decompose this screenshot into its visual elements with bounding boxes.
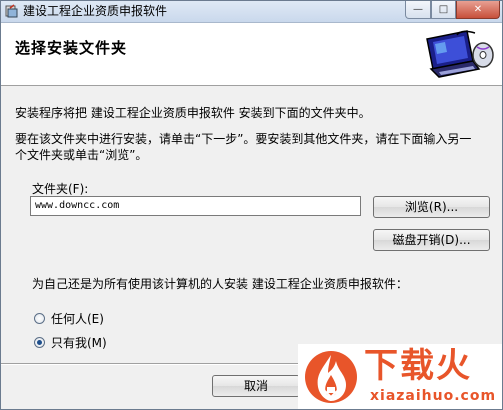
radio-everyone-label: 任何人(E) bbox=[51, 312, 104, 326]
computer-install-icon bbox=[426, 30, 494, 78]
watermark: 下载火 xiazaihuo.com bbox=[298, 344, 502, 409]
window-title: 建设工程企业资质申报软件 bbox=[23, 4, 168, 18]
flame-logo-icon bbox=[305, 351, 357, 403]
folder-label: 文件夹(F): bbox=[32, 182, 89, 196]
close-icon: ✕ bbox=[473, 4, 483, 15]
install-scope-question: 为自己还是为所有使用该计算机的人安装 建设工程企业资质申报软件： bbox=[32, 277, 408, 291]
instruction-text-line1: 要在该文件夹中进行安装，请单击“下一步”。要安装到其他文件夹，请在下面输入另一 bbox=[15, 132, 472, 146]
intro-text: 安装程序将把 建设工程企业资质申报软件 安装到下面的文件夹中。 bbox=[15, 106, 371, 120]
cancel-button[interactable]: 取消 bbox=[212, 375, 300, 397]
page-title: 选择安装文件夹 bbox=[15, 39, 128, 57]
instruction-text-line2: 个文件夹或单击“浏览”。 bbox=[15, 148, 148, 162]
watermark-url: xiazaihuo.com bbox=[370, 388, 497, 404]
radio-just-me-label: 只有我(M) bbox=[51, 336, 107, 350]
close-button[interactable]: ✕ bbox=[456, 1, 500, 19]
disk-cost-button[interactable]: 磁盘开销(D)... bbox=[373, 229, 490, 251]
minimize-icon: — bbox=[413, 4, 423, 15]
radio-just-me[interactable]: 只有我(M) bbox=[34, 334, 107, 351]
browse-button[interactable]: 浏览(R)... bbox=[373, 196, 490, 218]
minimize-button[interactable]: — bbox=[405, 1, 431, 19]
wizard-header: 选择安装文件夹 bbox=[1, 23, 502, 86]
folder-path-input[interactable]: www.downcc.com bbox=[30, 196, 361, 216]
radio-everyone-circle[interactable] bbox=[34, 313, 45, 324]
maximize-icon: □ bbox=[438, 4, 449, 15]
installer-app-icon bbox=[5, 4, 18, 18]
radio-everyone[interactable]: 任何人(E) bbox=[34, 310, 104, 327]
installer-window: 建设工程企业资质申报软件 — □ ✕ 选择安装文件夹 安装程序将把 建设工程企业… bbox=[0, 0, 503, 410]
maximize-button[interactable]: □ bbox=[431, 1, 456, 19]
radio-just-me-circle[interactable] bbox=[34, 337, 45, 348]
title-bar[interactable]: 建设工程企业资质申报软件 — □ ✕ bbox=[1, 1, 502, 23]
watermark-brand: 下载火 bbox=[364, 346, 472, 386]
